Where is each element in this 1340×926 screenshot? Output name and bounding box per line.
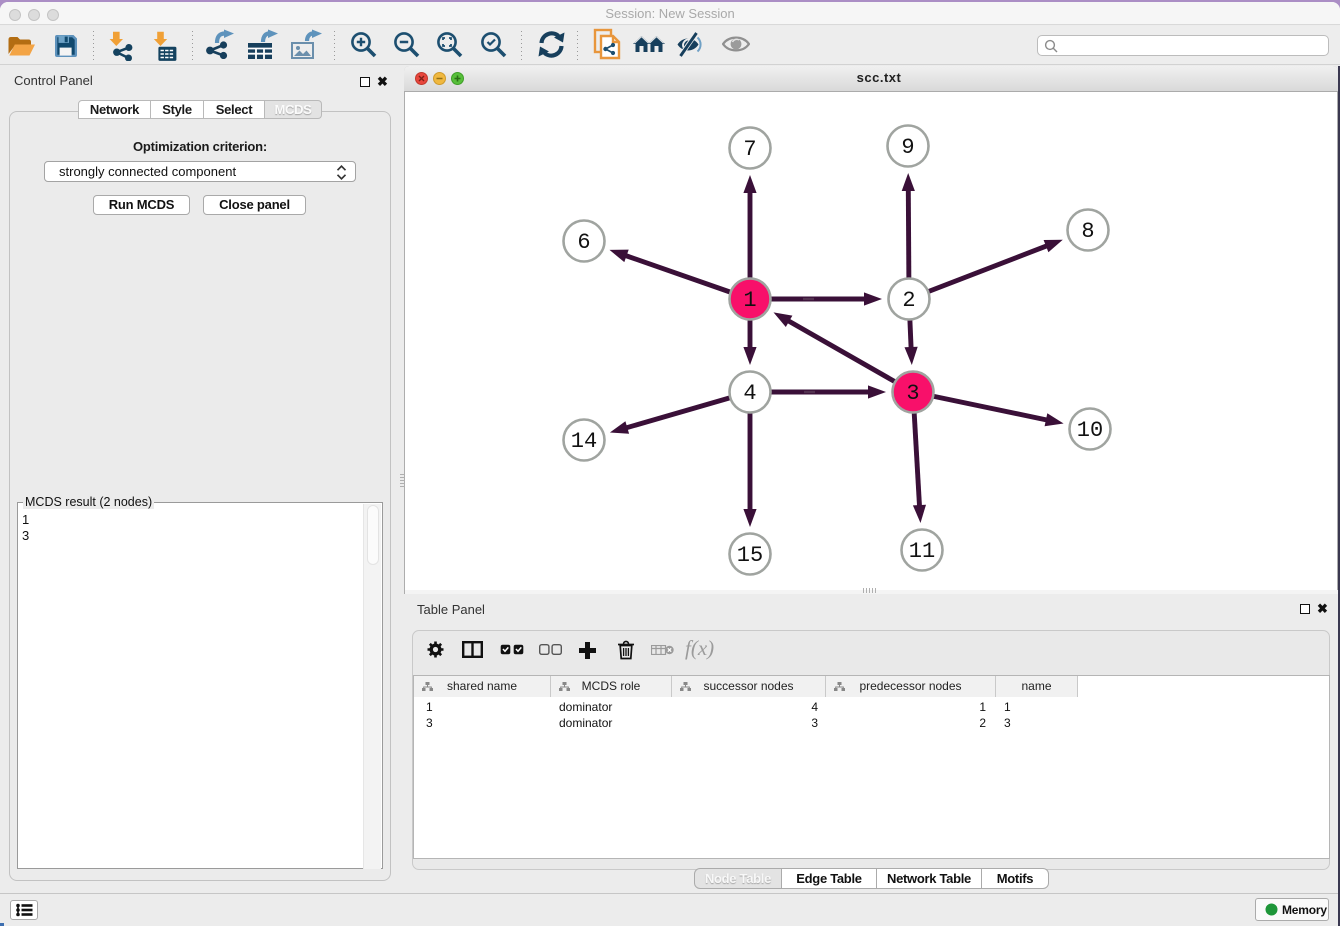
svg-text:11: 11 xyxy=(909,539,935,564)
svg-text:6: 6 xyxy=(577,230,590,255)
svg-text:15: 15 xyxy=(737,543,763,568)
svg-text:8: 8 xyxy=(1081,219,1094,244)
svg-text:14: 14 xyxy=(571,429,597,454)
svg-text:3: 3 xyxy=(906,381,919,406)
svg-text:10: 10 xyxy=(1077,418,1103,443)
svg-text:9: 9 xyxy=(901,135,914,160)
svg-text:2: 2 xyxy=(902,288,915,313)
svg-text:7: 7 xyxy=(743,137,756,162)
svg-text:4: 4 xyxy=(743,381,756,406)
svg-text:1: 1 xyxy=(743,288,756,313)
